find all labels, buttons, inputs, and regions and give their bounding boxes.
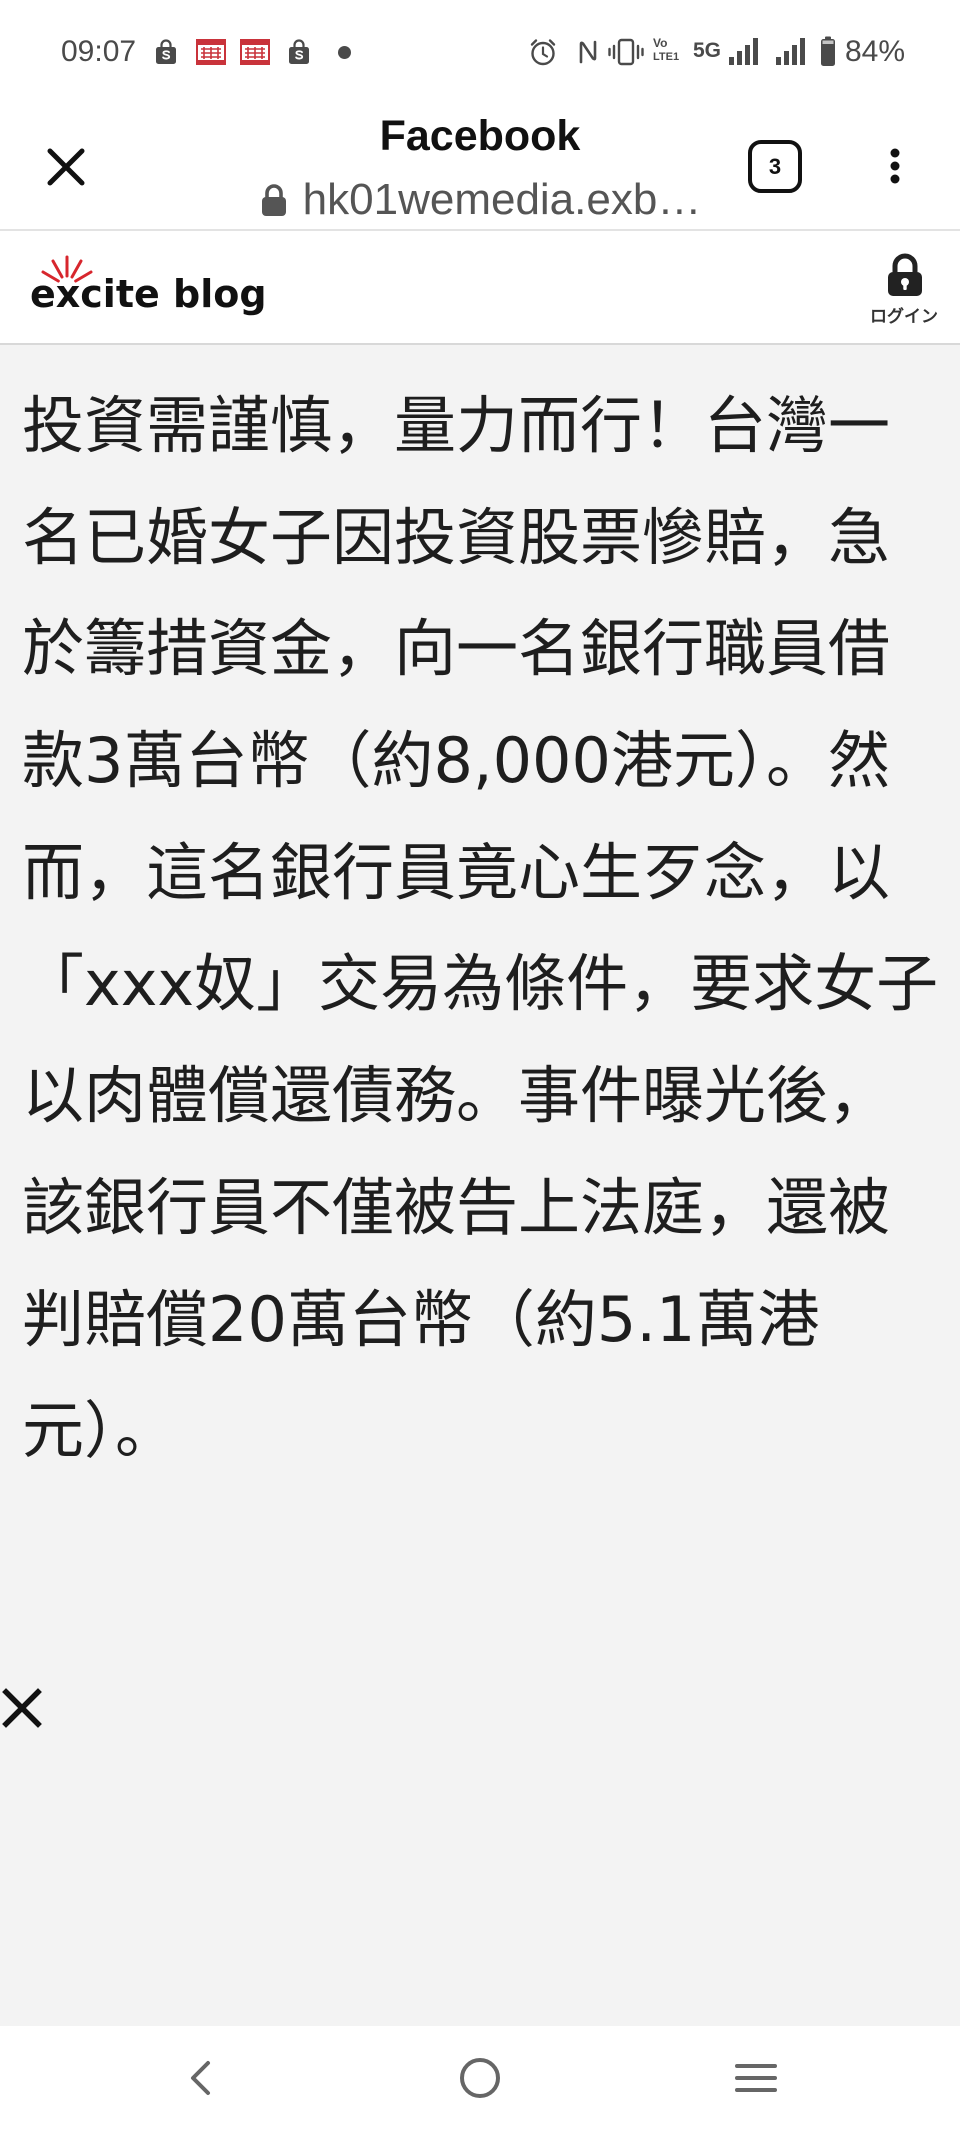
vibrate-icon <box>607 38 645 66</box>
signal-icon <box>728 37 759 66</box>
lock-icon[interactable] <box>259 183 289 217</box>
article-line: 以肉體償還債務。事件曝光後， <box>22 1059 891 1133</box>
browser-toolbar: Facebook hk01wemedia.exb… 3 <box>0 100 960 231</box>
shopping-bag-icon <box>154 39 178 65</box>
battery-icon <box>820 36 836 67</box>
article-line: 元）。 <box>22 1394 178 1468</box>
shopping-bag-icon <box>287 39 311 65</box>
status-time: 09:07 <box>61 35 137 68</box>
excite-blog-logo[interactable]: excite blog <box>30 272 267 316</box>
status-bar: 09:07 Vo LTE1 5G 84% <box>0 0 960 100</box>
article-line: 判賠償20萬台幣（約5.1萬港 <box>22 1282 820 1356</box>
url-bar: hk01wemedia.exb… <box>0 176 960 224</box>
article-line: 名已婚女子因投資股票慘賠，急 <box>22 500 891 574</box>
site-header: excite blog ログイン <box>0 231 960 345</box>
volte-top-label: Vo <box>653 36 668 50</box>
home-icon[interactable] <box>459 2057 501 2099</box>
article-body: 投資需謹慎，量力而行！台灣一 名已婚女子因投資股票慘賠，急 於籌措資金，向一名銀… <box>22 370 960 1487</box>
back-icon[interactable] <box>188 2060 214 2096</box>
article-line: 「xxx奴」交易為條件，要求女子 <box>22 947 939 1021</box>
system-navigation-bar <box>0 2026 960 2133</box>
volte-bottom-label: LTE1 <box>653 51 680 63</box>
overlay-close-button[interactable] <box>2 1688 42 1728</box>
volte-icon: Vo LTE1 <box>653 36 687 64</box>
tab-count-button[interactable]: 3 <box>748 140 802 193</box>
url-text: hk01wemedia.exb… <box>302 175 702 224</box>
article-line: 該銀行員不僅被告上法庭，還被 <box>22 1170 891 1244</box>
network-type-label: 5G <box>693 39 722 62</box>
login-lock-icon[interactable] <box>884 253 926 297</box>
recents-icon[interactable] <box>734 2062 778 2094</box>
signal-icon <box>775 37 806 66</box>
notification-dot-icon <box>338 46 351 59</box>
article-line: 而，這名銀行員竟心生歹念，以 <box>22 835 891 909</box>
close-icon <box>2 1688 42 1728</box>
alarm-icon <box>528 37 558 67</box>
article-line: 款3萬台幣（約8,000港元）。然 <box>22 724 890 798</box>
article-line: 於籌措資金，向一名銀行職員借 <box>22 612 891 686</box>
red-app-icon <box>196 39 226 65</box>
nfc-icon <box>578 39 598 65</box>
more-vertical-icon <box>890 148 900 184</box>
page-title: Facebook <box>379 112 581 160</box>
article-content: 投資需謹慎，量力而行！台灣一 名已婚女子因投資股票慘賠，急 於籌措資金，向一名銀… <box>0 345 960 2026</box>
battery-percent: 84% <box>845 35 906 68</box>
red-app-icon <box>240 39 270 65</box>
more-options-button[interactable] <box>889 148 901 184</box>
article-line: 投資需謹慎，量力而行！台灣一 <box>22 389 891 462</box>
login-button-label[interactable]: ログイン <box>854 306 954 328</box>
